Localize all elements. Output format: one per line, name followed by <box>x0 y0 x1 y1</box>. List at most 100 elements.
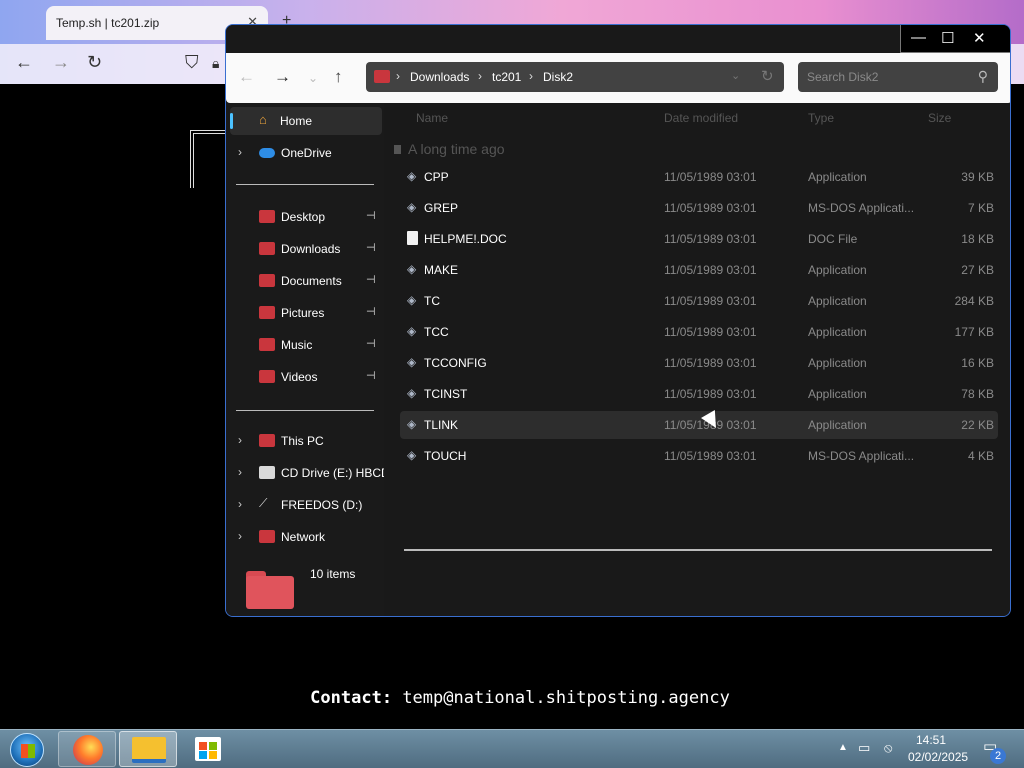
file-row[interactable]: ◈ CPP 11/05/1989 03:01 Application 39 KB <box>400 163 998 191</box>
file-row[interactable]: ◈ TCC 11/05/1989 03:01 Application 177 K… <box>400 318 998 346</box>
tray-chevron-icon[interactable]: ▲ <box>838 742 848 753</box>
back-icon[interactable]: ← <box>238 67 255 87</box>
file-type: Application <box>808 325 867 339</box>
collapse-group-icon[interactable] <box>394 145 401 154</box>
sidebar-item-label: Desktop <box>281 210 326 224</box>
sidebar-item-this-pc[interactable]: › This PC <box>226 427 384 455</box>
pin-icon[interactable]: ⊣ <box>366 273 376 286</box>
file-size: 4 KB <box>967 449 994 463</box>
search-input[interactable]: Search Disk2 <box>807 70 878 84</box>
sidebar-item-desktop[interactable]: Desktop ⊣ <box>226 203 384 231</box>
pin-icon[interactable]: ⊣ <box>366 241 376 254</box>
sidebar-item-home[interactable]: ⌂ Home <box>230 107 382 135</box>
window-controls: — ☐ ✕ <box>900 25 1010 53</box>
network-status-icon[interactable]: ⦸ <box>884 740 892 756</box>
contact-email[interactable]: temp@national.shitposting.agency <box>402 688 730 708</box>
maximize-button[interactable]: ☐ <box>941 29 954 47</box>
sidebar-item-onedrive[interactable]: › OneDrive <box>226 139 384 167</box>
recent-chevron-icon[interactable]: ⌄ <box>308 71 318 85</box>
sidebar-item-music[interactable]: Music ⊣ <box>226 331 384 359</box>
file-row[interactable]: ◈ TCCONFIG 11/05/1989 03:01 Application … <box>400 349 998 377</box>
breadcrumb-downloads[interactable]: Downloads <box>410 70 469 84</box>
sidebar-item-label: Documents <box>281 274 342 288</box>
file-type: Application <box>808 387 867 401</box>
folder-icon <box>374 70 390 83</box>
file-row[interactable]: ◈ TOUCH 11/05/1989 03:01 MS-DOS Applicat… <box>400 442 998 470</box>
chevron-right-icon[interactable]: › <box>238 497 242 511</box>
pin-icon[interactable]: ⊣ <box>366 337 376 350</box>
clock-date[interactable]: 02/02/2025 <box>908 750 968 764</box>
close-button[interactable]: ✕ <box>973 29 986 47</box>
chevron-right-icon[interactable]: › <box>238 433 242 447</box>
pin-icon[interactable]: ⊣ <box>366 305 376 318</box>
application-icon: ◈ <box>407 262 417 276</box>
minimize-button[interactable]: — <box>911 29 926 46</box>
file-size: 27 KB <box>961 263 994 277</box>
column-header-size[interactable]: Size <box>928 111 951 125</box>
back-arrow-icon[interactable]: ← <box>15 52 33 73</box>
sidebar-item-freedos[interactable]: › ⟋ FREEDOS (D:) <box>226 491 384 519</box>
shield-icon[interactable]: ⛉ <box>185 52 199 73</box>
forward-arrow-icon[interactable]: → <box>52 52 70 73</box>
breadcrumb-disk2[interactable]: Disk2 <box>543 70 573 84</box>
search-box[interactable]: Search Disk2 ⚲ <box>798 62 998 92</box>
sidebar-item-cd-drive[interactable]: › CD Drive (E:) HBCD <box>226 459 390 487</box>
file-row[interactable]: ◈ GREP 11/05/1989 03:01 MS-DOS Applicati… <box>400 194 998 222</box>
refresh-icon[interactable]: ↻ <box>761 67 774 85</box>
reload-icon[interactable]: ↻ <box>87 52 102 73</box>
column-header-date[interactable]: Date modified <box>664 111 738 125</box>
sidebar-item-pictures[interactable]: Pictures ⊣ <box>226 299 384 327</box>
file-date: 11/05/1989 03:01 <box>664 294 757 308</box>
file-type: DOC File <box>808 232 858 246</box>
chevron-down-icon[interactable]: ⌄ <box>731 69 740 82</box>
column-header-name[interactable]: Name <box>416 111 448 125</box>
group-header[interactable]: A long time ago <box>408 141 505 157</box>
file-type: Application <box>808 170 867 184</box>
file-row[interactable]: ◈ MAKE 11/05/1989 03:01 Application 27 K… <box>400 256 998 284</box>
sidebar-item-videos[interactable]: Videos ⊣ <box>226 363 384 391</box>
clock-time[interactable]: 14:51 <box>916 733 946 747</box>
sidebar-item-label: Pictures <box>281 306 325 320</box>
display-icon[interactable]: ▭ <box>858 740 870 756</box>
file-type: MS-DOS Applicati... <box>808 201 915 215</box>
start-button[interactable] <box>10 733 44 767</box>
file-type: Application <box>808 263 867 277</box>
pin-icon[interactable]: ⊣ <box>366 369 376 382</box>
file-row-selected[interactable]: ◈ TLINK 11/05/1989 03:01 Application 22 … <box>400 411 998 439</box>
sidebar-item-network[interactable]: › Network <box>226 523 384 551</box>
chevron-right-icon: › <box>478 69 482 83</box>
file-name: GREP <box>424 201 459 215</box>
chevron-right-icon[interactable]: › <box>238 145 242 159</box>
firefox-icon <box>73 735 103 765</box>
file-date: 11/05/1989 03:01 <box>664 356 757 370</box>
forward-icon[interactable]: → <box>274 67 291 87</box>
up-arrow-icon[interactable]: ↑ <box>334 67 343 87</box>
breadcrumb-tc201[interactable]: tc201 <box>492 70 521 84</box>
sidebar-item-downloads[interactable]: Downloads ⊣ <box>226 235 384 263</box>
item-count: 10 items <box>310 567 356 581</box>
file-size: 39 KB <box>961 170 994 184</box>
explorer-navbar: ← → ⌄ ↑ › Downloads › tc201 › Disk2 ⌄ ↻ … <box>226 53 1010 103</box>
taskbar-store[interactable] <box>180 731 238 767</box>
sidebar-item-label: Network <box>281 530 326 544</box>
chevron-right-icon[interactable]: › <box>238 465 242 479</box>
file-date: 11/05/1989 03:01 <box>664 387 757 401</box>
file-row[interactable]: ◈ TCINST 11/05/1989 03:01 Application 78… <box>400 380 998 408</box>
address-bar[interactable]: › Downloads › tc201 › Disk2 ⌄ ↻ <box>366 62 784 92</box>
file-row[interactable]: ◈ TC 11/05/1989 03:01 Application 284 KB <box>400 287 998 315</box>
search-icon[interactable]: ⚲ <box>978 68 988 85</box>
pane-divider <box>404 549 992 551</box>
sidebar-item-label: Music <box>281 338 313 352</box>
file-list-pane: Name Date modified Type Size A long time… <box>384 103 1010 616</box>
chevron-right-icon[interactable]: › <box>238 529 242 543</box>
file-name: TCCONFIG <box>424 356 487 370</box>
file-row[interactable]: HELPME!.DOC 11/05/1989 03:01 DOC File 18… <box>400 225 998 253</box>
taskbar-file-explorer[interactable] <box>119 731 177 767</box>
pin-icon[interactable]: ⊣ <box>366 209 376 222</box>
windows-logo-icon <box>21 744 35 758</box>
lock-icon[interactable]: 🔒︎ <box>212 55 219 72</box>
column-header-type[interactable]: Type <box>808 111 834 125</box>
taskbar-firefox[interactable] <box>58 731 116 767</box>
application-icon: ◈ <box>407 293 417 307</box>
sidebar-item-documents[interactable]: Documents ⊣ <box>226 267 384 295</box>
